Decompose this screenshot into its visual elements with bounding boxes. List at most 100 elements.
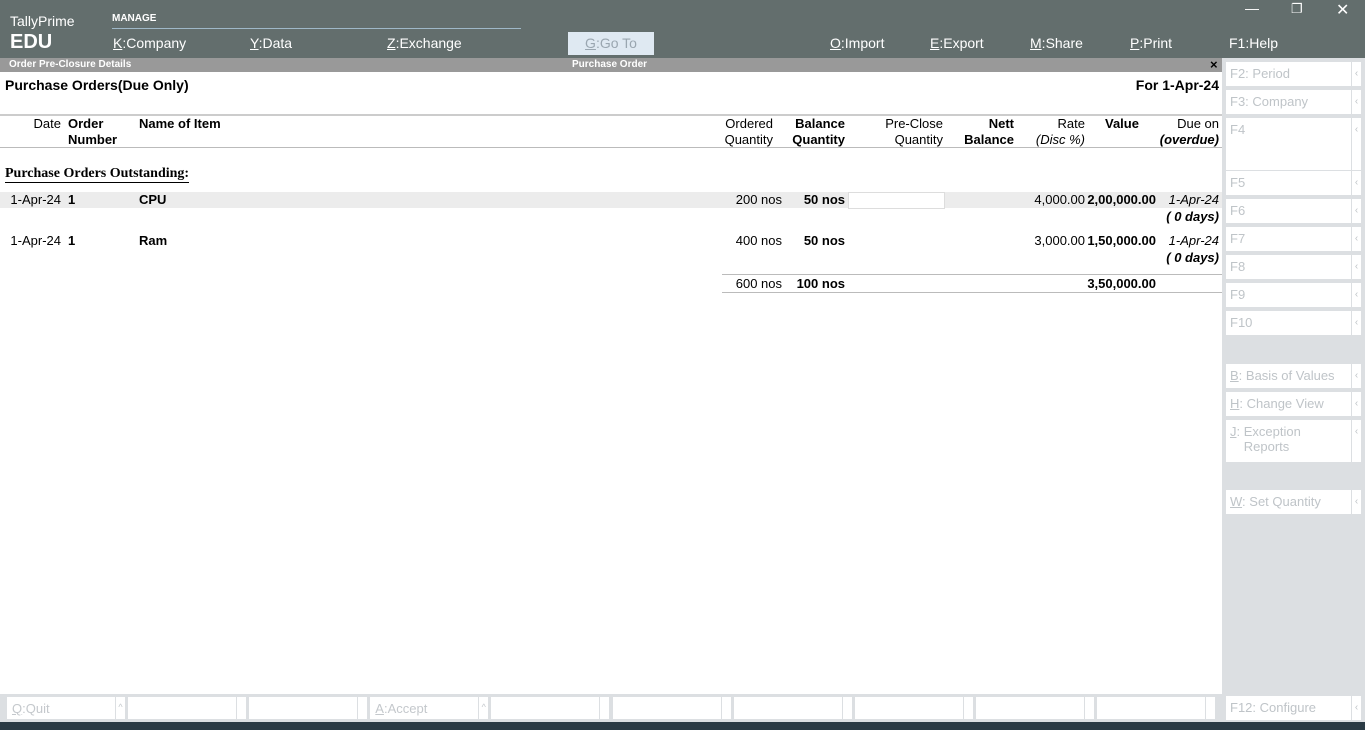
total-balance: 100 nos [796,276,845,291]
button-key: F2 [1230,66,1246,81]
row-order: 1 [68,192,76,207]
side-button-h[interactable]: H: Change View ‹ [1226,392,1362,416]
total-ordered: 600 nos [735,276,782,291]
col-preclose: Pre-Close Quantity [885,116,943,147]
side-button-f3[interactable]: F3: Company ‹ [1226,90,1362,114]
divider [722,274,1222,275]
row-date: 1-Apr-24 [10,233,61,248]
button-key: Q [12,701,23,716]
side-button-f6[interactable]: F6 ‹ [1226,199,1362,223]
menu-exchange[interactable]: Z:Exchange [387,35,462,51]
close-report-icon[interactable]: × [1210,58,1218,72]
empty-button[interactable] [854,697,973,719]
separator [357,697,367,719]
menu-import[interactable]: O:Import [830,35,884,51]
button-key: H [1230,396,1240,411]
report-title: Purchase Orders(Due Only) [5,77,189,93]
separator [841,697,852,719]
col-balance: Balance Quantity [792,116,845,147]
separator [962,697,973,719]
side-button-f10[interactable]: F10 ‹ [1226,311,1362,335]
empty-button[interactable] [612,697,731,719]
chevron-up-icon: ^ [478,697,488,719]
button-key: F3 [1230,94,1246,109]
menu-data[interactable]: Y:Data [250,35,292,51]
button-key: B [1230,368,1239,383]
chevron-left-icon: ‹ [1351,392,1361,416]
col-value: Value [1105,116,1139,131]
col-item: Name of Item [139,116,221,131]
separator [720,697,731,719]
row-overdue: ( 0 days) [1166,250,1219,265]
button-key: F4 [1230,122,1246,137]
preclose-quantity-input[interactable] [848,192,945,209]
side-button-w[interactable]: W: Set Quantity ‹ [1226,490,1362,514]
button-label: Quit [25,701,50,716]
button-key: F9 [1230,287,1246,302]
col-nett: Nett Balance [964,116,1014,147]
row-ordered: 200 nos [735,192,782,207]
row-item[interactable]: Ram [139,233,167,249]
chevron-left-icon: ‹ [1351,311,1361,335]
button-label: Configure [1259,700,1317,715]
button-label: Set Quantity [1249,494,1321,509]
chevron-left-icon: ‹ [1351,171,1361,195]
menu-share[interactable]: M:Share [1030,35,1083,51]
chevron-up-icon: ^ [115,697,125,719]
side-button-f8[interactable]: F8 ‹ [1226,255,1362,279]
side-button-f5[interactable]: F5 ‹ [1226,171,1362,195]
col-rate: Rate (Disc %) [1035,116,1085,147]
button-key: F10 [1230,315,1253,330]
side-button-f9[interactable]: F9 ‹ [1226,283,1362,307]
app-edition: EDU [10,31,53,53]
separator [1204,697,1215,719]
empty-button[interactable] [249,697,368,719]
chevron-left-icon: ‹ [1351,420,1361,462]
titlebar-left: Order Pre-Closure Details [9,59,132,70]
row-balance: 50 nos [803,233,845,248]
menu-export[interactable]: E:Export [930,35,984,51]
side-button-f2[interactable]: F2: Period ‹ [1226,62,1362,86]
side-button-f7[interactable]: F7 ‹ [1226,227,1362,251]
right-button-panel: F2: Period ‹ F3: Company ‹ F4 ‹ F5 ‹ F6 ‹ F7 ‹ F8 ‹ F9… [1222,58,1365,730]
empty-button[interactable] [733,697,852,719]
row-balance: 50 nos [803,192,845,207]
button-label: Change View [1246,396,1324,411]
side-button-b[interactable]: B: Basis of Values ‹ [1226,364,1362,388]
close-window-icon[interactable]: ✕ [1336,0,1349,20]
col-date: Date [33,116,61,131]
button-key: A [375,701,384,716]
menu-section-label: MANAGE [112,13,157,24]
empty-button[interactable] [491,697,610,719]
report-period[interactable]: For 1-Apr-24 [1136,77,1219,93]
quit-button[interactable]: Q:Quit ^ [7,697,125,719]
row-item[interactable]: CPU [139,192,166,208]
titlebar-center: Purchase Order [572,59,648,70]
empty-button[interactable] [1096,697,1215,719]
configure-button[interactable]: F12: Configure ‹ [1226,696,1362,720]
empty-button[interactable] [975,697,1094,719]
row-value: 1,50,000.00 [1087,233,1156,248]
button-label: Period [1252,66,1290,81]
button-label: Basis of Values [1245,368,1335,383]
goto-button[interactable]: G:Go To [568,32,654,55]
button-label: Accept [387,701,428,716]
chevron-left-icon: ‹ [1351,283,1361,307]
restore-icon[interactable]: ❐ [1291,1,1303,17]
separator [236,697,246,719]
side-button-f4[interactable]: F4 ‹ [1226,118,1362,170]
chevron-left-icon: ‹ [1351,255,1361,279]
taskbar [0,722,1365,730]
empty-button[interactable] [128,697,247,719]
row-ordered: 400 nos [735,233,782,248]
side-button-j[interactable]: J: Exception Reports ‹ [1226,420,1362,462]
menu-print[interactable]: P:Print [1130,35,1172,51]
button-label: Company [1252,94,1309,109]
menu-help[interactable]: F1:Help [1229,35,1278,51]
chevron-left-icon: ‹ [1351,62,1361,86]
accept-button[interactable]: A:Accept ^ [370,697,489,719]
chevron-left-icon: ‹ [1351,227,1361,251]
row-rate: 4,000.00 [1034,192,1085,207]
menu-company[interactable]: K:Company [113,35,186,51]
minimize-icon[interactable]: — [1245,0,1259,16]
